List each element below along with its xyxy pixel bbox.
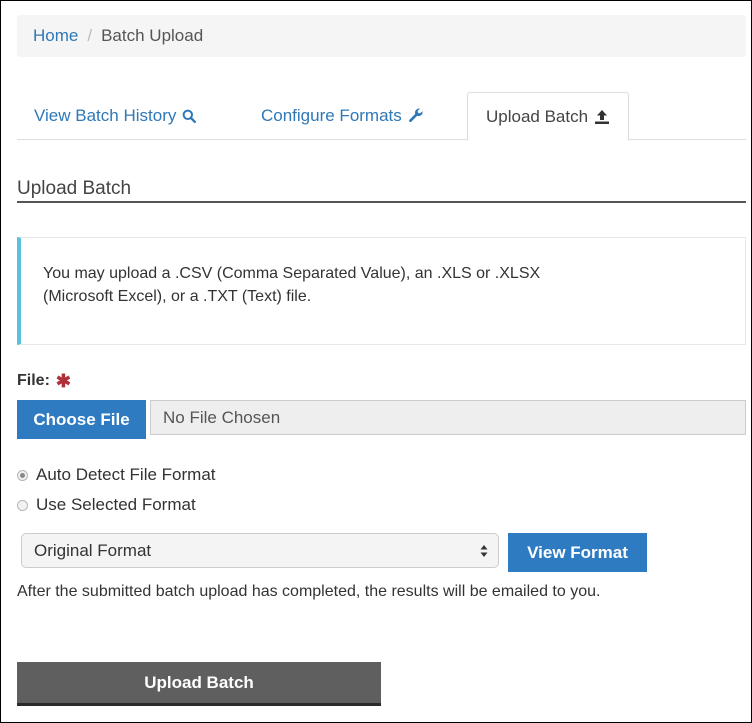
radio-label: Use Selected Format [36,495,196,514]
info-text-line: You may upload a .CSV (Comma Separated V… [43,265,541,282]
upload-batch-page: Home / Batch Upload View Batch History C… [0,0,752,723]
format-select[interactable]: Original Format [21,533,499,568]
auto-detect-format-radio[interactable]: Auto Detect File Format [17,465,216,485]
wrench-icon [408,108,424,124]
breadcrumb-separator: / [87,26,93,45]
search-icon [182,109,197,123]
file-field-label: File: ✱ [17,372,71,390]
radio-checked-icon[interactable] [17,469,28,481]
view-format-button[interactable]: View Format [508,533,647,572]
tab-bar: View Batch History Configure Formats Upl… [17,92,746,141]
tab-view-batch-history[interactable]: View Batch History [34,92,197,140]
required-asterisk-icon: ✱ [55,371,71,391]
tab-label: Upload Batch [486,106,589,126]
section-divider [17,201,746,203]
file-label-text: File: [17,372,50,389]
breadcrumb-current: Batch Upload [101,26,204,45]
use-selected-format-radio[interactable]: Use Selected Format [17,495,196,515]
format-select-value: Original Format [34,540,152,560]
upload-icon [594,109,610,125]
info-alert: You may upload a .CSV (Comma Separated V… [17,237,746,345]
tab-label: View Batch History [34,106,177,125]
upload-note: After the submitted batch upload has com… [17,583,601,600]
tab-configure-formats[interactable]: Configure Formats [261,92,424,140]
select-updown-icon [480,544,488,558]
choose-file-button[interactable]: Choose File [17,400,146,439]
radio-unchecked-icon[interactable] [17,499,28,511]
info-text-line: (Microsoft Excel), or a .TXT (Text) file… [43,288,312,305]
file-name-text: No File Chosen [163,407,281,427]
section-title: Upload Batch [17,178,132,199]
tab-upload-batch[interactable]: Upload Batch [467,92,630,141]
file-name-display: No File Chosen [150,400,746,435]
breadcrumb-home-link[interactable]: Home [33,26,78,46]
upload-batch-submit-button[interactable]: Upload Batch [17,662,381,706]
breadcrumb: Home / Batch Upload [17,15,746,57]
radio-label: Auto Detect File Format [36,465,216,484]
tab-label: Configure Formats [261,106,402,125]
